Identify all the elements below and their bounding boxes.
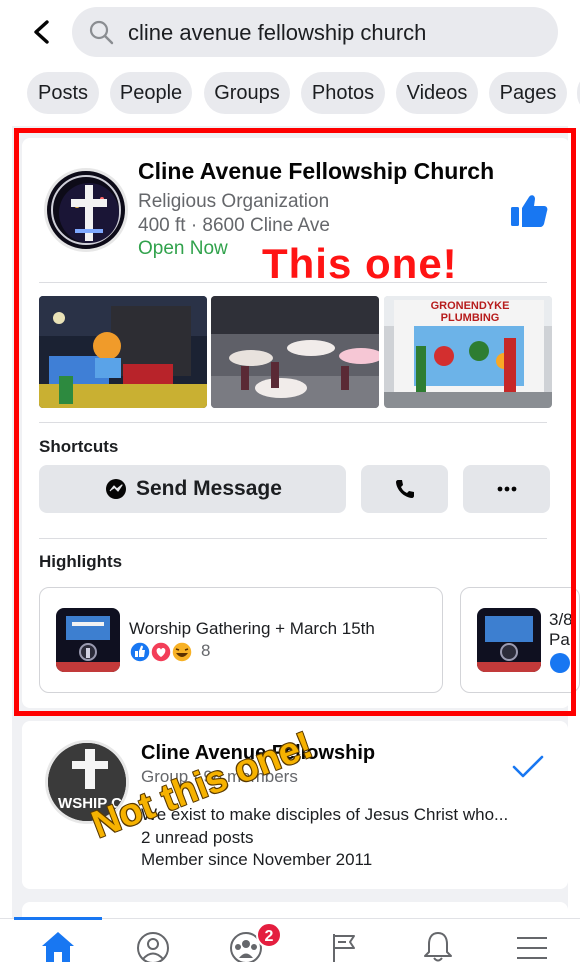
shortcuts-heading: Shortcuts: [39, 437, 119, 456]
bottom-navigation: [0, 918, 580, 962]
phone-icon: [396, 480, 414, 498]
reactions-icon: [129, 641, 193, 663]
page-photo-1[interactable]: [39, 296, 207, 408]
page-photo-2[interactable]: [211, 296, 379, 408]
page-avatar[interactable]: [44, 168, 128, 252]
group-unread: 2 unread posts: [141, 828, 254, 847]
menu-icon[interactable]: [514, 930, 550, 962]
highlight-card-1[interactable]: Worship Gathering + March 15th 8: [39, 587, 443, 693]
checkmark-icon[interactable]: [512, 754, 544, 780]
messenger-icon: [106, 479, 126, 499]
open-status: Open Now: [138, 238, 228, 259]
highlight-subtitle-2: Pa: [549, 630, 570, 649]
top-bar: cline avenue fellowship church: [0, 0, 580, 64]
photo-sign-text: GRONENDYKE PLUMBING: [430, 300, 510, 324]
cross-logo-icon: [59, 183, 119, 243]
highlight-title-2: 3/8: [549, 610, 573, 629]
more-options-button[interactable]: [463, 465, 550, 513]
filter-videos[interactable]: Videos: [396, 72, 478, 114]
divider: [39, 282, 547, 283]
profile-icon[interactable]: [135, 930, 171, 962]
active-tab-indicator: [14, 917, 102, 920]
divider: [39, 422, 547, 423]
filter-people[interactable]: People: [110, 72, 192, 114]
search-query[interactable]: cline avenue fellowship church: [128, 20, 426, 46]
filter-chips: Posts People Groups Photos Videos Pages: [0, 72, 580, 118]
highlight-title: Worship Gathering + March 15th: [129, 619, 375, 638]
reaction-count: 8: [201, 641, 211, 660]
highlight-thumbnail: [56, 608, 120, 672]
filter-groups[interactable]: Groups: [204, 72, 290, 114]
group-member-since: Member since November 2011: [141, 850, 373, 869]
filter-photos[interactable]: Photos: [301, 72, 385, 114]
page-title[interactable]: Cline Avenue Fellowship Church: [138, 158, 494, 185]
page-category: Religious Organization: [138, 191, 330, 212]
annotation-this-one: This one!: [262, 240, 458, 287]
page-photo-3[interactable]: GRONENDYKE PLUMBING: [384, 296, 552, 408]
home-icon[interactable]: [40, 930, 76, 962]
highlights-heading: Highlights: [39, 552, 123, 571]
more-icon: [497, 486, 517, 492]
highlight-card-2[interactable]: 3/8 Pa: [460, 587, 580, 693]
search-icon: [89, 20, 114, 45]
filter-pages[interactable]: Pages: [489, 72, 567, 114]
notification-badge: 2: [256, 922, 282, 948]
bell-icon[interactable]: [420, 930, 456, 962]
page-location: 400 ft · 8600 Cline Ave: [138, 215, 330, 236]
search-field[interactable]: cline avenue fellowship church: [72, 7, 558, 57]
highlight-thumbnail: [477, 608, 541, 672]
send-message-button[interactable]: Send Message: [39, 465, 346, 513]
pages-flag-icon[interactable]: [326, 930, 362, 962]
send-message-label: Send Message: [136, 477, 282, 500]
filter-posts[interactable]: Posts: [27, 72, 99, 114]
like-thumb-icon[interactable]: [510, 194, 548, 228]
divider: [39, 538, 547, 539]
call-button[interactable]: [361, 465, 448, 513]
like-reaction-icon: [550, 653, 570, 673]
back-arrow-icon[interactable]: [32, 20, 52, 44]
